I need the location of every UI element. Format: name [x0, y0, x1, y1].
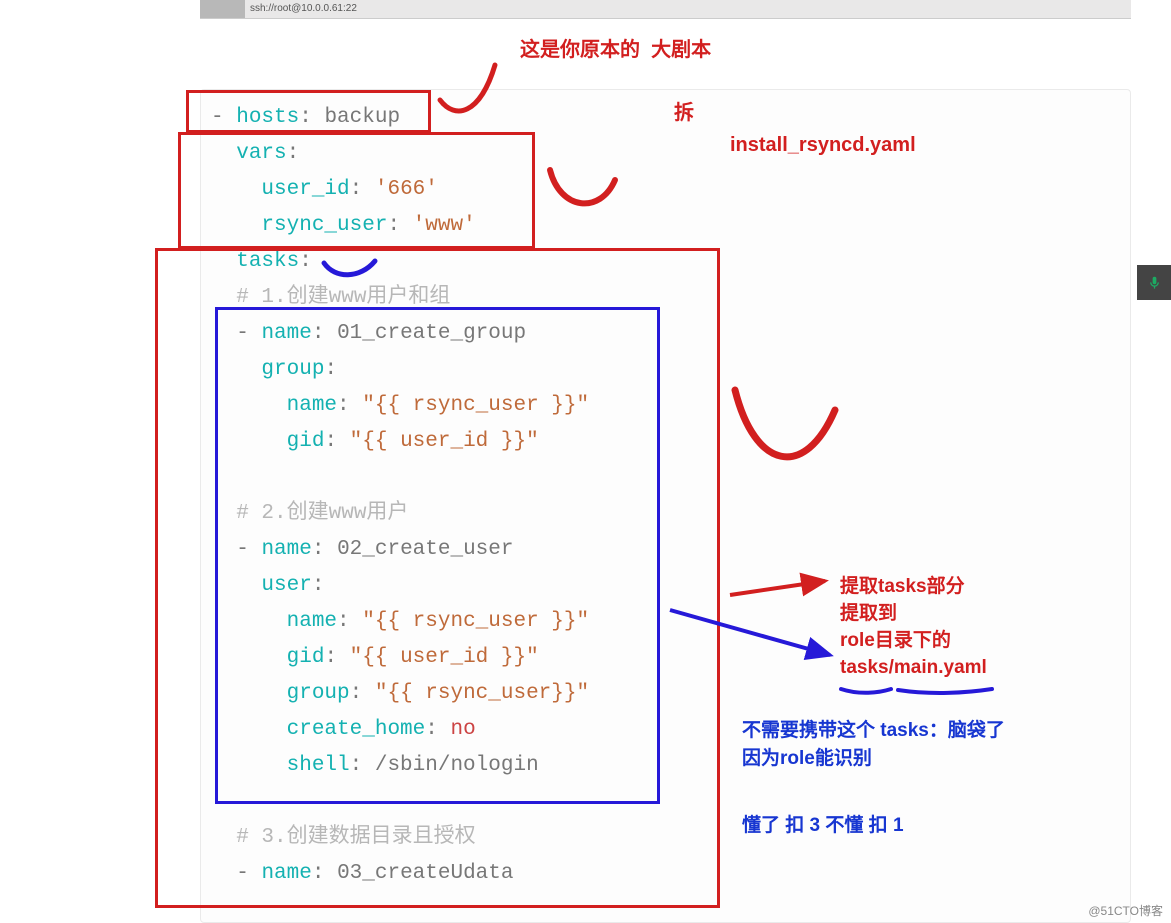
rect-vars: [178, 132, 535, 249]
rect-hosts: [186, 90, 431, 133]
annotation-extract: 提取tasks部分 提取到 role目录下的 tasks/main.yaml: [840, 573, 987, 681]
ssh-tab: ssh://root@10.0.0.61:22: [200, 0, 1131, 19]
ssh-text: ssh://root@10.0.0.61:22: [250, 3, 357, 14]
annotation-chai: 拆: [674, 96, 694, 125]
annotation-original: 这是你原本的 大剧本: [520, 33, 711, 62]
watermark: @51CTO博客: [1088, 902, 1163, 919]
microphone-icon: [1147, 274, 1162, 292]
annotation-note1: 不需要携带这个 tasks：脑袋了 因为role能识别: [742, 717, 1005, 773]
annotation-filename: install_rsyncd.yaml: [730, 134, 916, 157]
rect-tasks-inner: [215, 307, 660, 804]
microphone-button[interactable]: [1137, 265, 1171, 300]
annotation-note2: 懂了 扣 3 不懂 扣 1: [742, 810, 904, 837]
